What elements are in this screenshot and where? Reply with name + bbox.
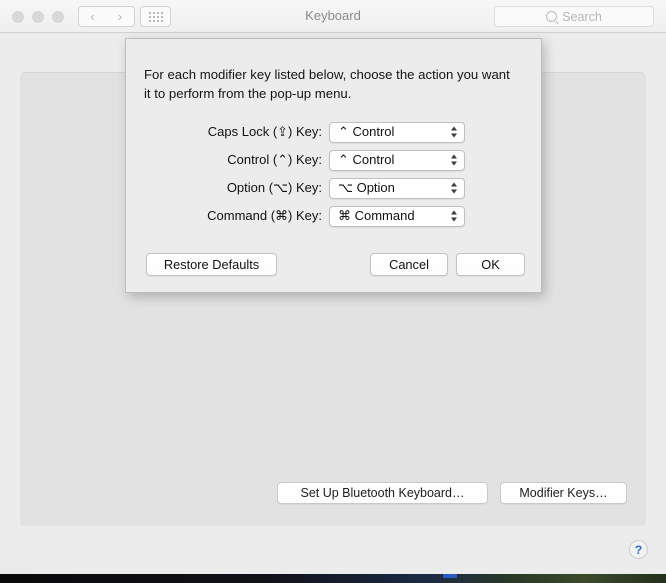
search-icon — [546, 11, 558, 22]
command-select[interactable]: ⌘ Command — [329, 205, 465, 227]
caps-lock-label: Caps Lock (⇪) Key: — [207, 124, 322, 139]
dialog-instructions: For each modifier key listed below, choo… — [144, 67, 510, 101]
modifier-row-command: Command (⌘) Key: ⌘ Command — [126, 202, 543, 230]
setup-bluetooth-keyboard-button[interactable]: Set Up Bluetooth Keyboard… — [277, 482, 488, 504]
control-label: Control (⌃) Key: — [227, 152, 322, 167]
modifier-row-caps-lock: Caps Lock (⇪) Key: ⌃ Control — [126, 118, 543, 146]
search-placeholder: Search — [562, 9, 602, 24]
control-select-value: ⌃ Control — [338, 152, 395, 167]
dock-indicator — [443, 574, 457, 578]
keyboard-preferences-window: ‹ › Keyboard Search Set Up Bluetooth Key… — [0, 0, 666, 574]
desktop-background — [0, 574, 666, 583]
cancel-label: Cancel — [389, 257, 429, 272]
modifier-row-option: Option (⌥) Key: ⌥ Option — [126, 174, 543, 202]
search-input[interactable]: Search — [494, 6, 654, 27]
ok-button[interactable]: OK — [456, 253, 525, 276]
option-label: Option (⌥) Key: — [226, 180, 322, 195]
window-toolbar: ‹ › Keyboard Search — [0, 0, 666, 33]
caps-lock-select-value: ⌃ Control — [338, 124, 395, 139]
command-select-value: ⌘ Command — [338, 208, 415, 223]
command-label: Command (⌘) Key: — [207, 208, 322, 223]
chevron-updown-icon — [451, 154, 457, 166]
option-select-value: ⌥ Option — [338, 180, 395, 195]
modifier-keys-button[interactable]: Modifier Keys… — [500, 482, 627, 504]
setup-bluetooth-keyboard-label: Set Up Bluetooth Keyboard… — [300, 486, 465, 500]
modifier-row-control: Control (⌃) Key: ⌃ Control — [126, 146, 543, 174]
cancel-button[interactable]: Cancel — [370, 253, 448, 276]
modifier-keys-label: Modifier Keys… — [519, 486, 608, 500]
ok-label: OK — [481, 257, 500, 272]
modifier-keys-dialog: For each modifier key listed below, choo… — [125, 38, 542, 293]
chevron-updown-icon — [451, 182, 457, 194]
caps-lock-select[interactable]: ⌃ Control — [329, 121, 465, 143]
help-button[interactable]: ? — [629, 540, 648, 559]
modifier-rows-list: Caps Lock (⇪) Key: ⌃ Control Control (⌃)… — [126, 118, 543, 230]
option-select[interactable]: ⌥ Option — [329, 177, 465, 199]
chevron-updown-icon — [451, 126, 457, 138]
chevron-updown-icon — [451, 210, 457, 222]
control-select[interactable]: ⌃ Control — [329, 149, 465, 171]
restore-defaults-label: Restore Defaults — [163, 257, 260, 272]
question-mark-icon: ? — [634, 542, 643, 557]
restore-defaults-button[interactable]: Restore Defaults — [146, 253, 277, 276]
